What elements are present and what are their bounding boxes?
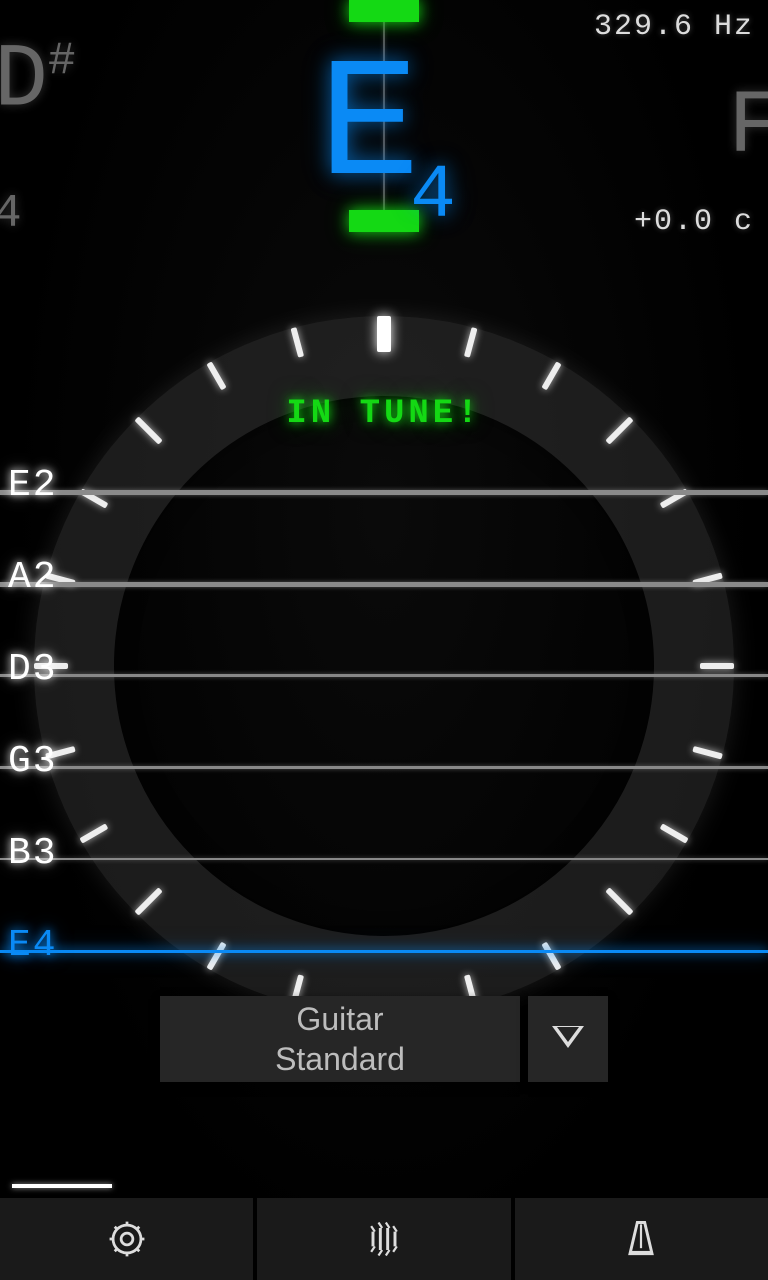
current-note-octave: 4 xyxy=(410,153,448,239)
tuning-selector: Guitar Standard xyxy=(160,996,608,1082)
metronome-icon xyxy=(619,1217,663,1261)
previous-note-sharp: # xyxy=(48,36,76,88)
input-level-bar xyxy=(12,1184,112,1188)
current-note-letter: E xyxy=(318,32,412,225)
previous-note-octave: 4 xyxy=(0,188,22,240)
string-row[interactable]: B3 xyxy=(0,838,768,930)
dial-tick xyxy=(377,316,391,352)
bottom-toolbar xyxy=(0,1198,768,1280)
strings-panel: E2A2D3G3B3E4 xyxy=(0,470,768,1022)
string-label: B3 xyxy=(8,832,58,875)
tuning-dropdown-button[interactable] xyxy=(528,996,608,1082)
tuning-line2: Standard xyxy=(275,1039,405,1079)
chevron-down-icon xyxy=(552,1028,584,1050)
string-row[interactable]: G3 xyxy=(0,746,768,838)
dial-tick xyxy=(134,416,162,444)
dial-tick xyxy=(291,327,305,358)
tune-marker-top xyxy=(349,0,419,22)
string-label: E2 xyxy=(8,464,58,507)
dial-tick xyxy=(206,361,226,390)
string-line xyxy=(0,582,768,587)
string-line xyxy=(0,674,768,677)
string-row[interactable]: E2 xyxy=(0,470,768,562)
next-note: F xyxy=(728,77,768,179)
string-line xyxy=(0,950,768,953)
in-tune-indicator: IN TUNE! xyxy=(286,395,481,433)
dial-tick xyxy=(464,327,478,358)
gear-icon xyxy=(105,1217,149,1261)
tuner-app: 329.6 Hz +0.0 c D#4 E4 F IN TUNE! E2A2D3… xyxy=(0,0,768,1280)
tuning-preset-button[interactable]: Guitar Standard xyxy=(160,996,520,1082)
frequency-readout: 329.6 Hz xyxy=(594,10,754,44)
pitch-pipes-button[interactable] xyxy=(257,1198,510,1280)
previous-note-letter: D xyxy=(0,31,48,133)
dial-tick xyxy=(541,361,561,390)
tuning-line1: Guitar xyxy=(296,999,383,1039)
string-line xyxy=(0,858,768,860)
string-label: A2 xyxy=(8,556,58,599)
settings-button[interactable] xyxy=(0,1198,253,1280)
string-line xyxy=(0,490,768,495)
string-label: D3 xyxy=(8,648,58,691)
string-row[interactable]: A2 xyxy=(0,562,768,654)
note-rail[interactable]: D#4 E4 F xyxy=(0,40,768,230)
previous-note: D#4 xyxy=(0,31,76,240)
metronome-button[interactable] xyxy=(515,1198,768,1280)
string-line xyxy=(0,766,768,769)
string-label: E4 xyxy=(8,924,58,967)
note-display-section: 329.6 Hz +0.0 c D#4 E4 F xyxy=(0,0,768,260)
current-note: E4 xyxy=(318,44,450,226)
string-row[interactable]: D3 xyxy=(0,654,768,746)
dial-tick xyxy=(605,416,633,444)
pitch-pipe-icon xyxy=(362,1217,406,1261)
string-label: G3 xyxy=(8,740,58,783)
